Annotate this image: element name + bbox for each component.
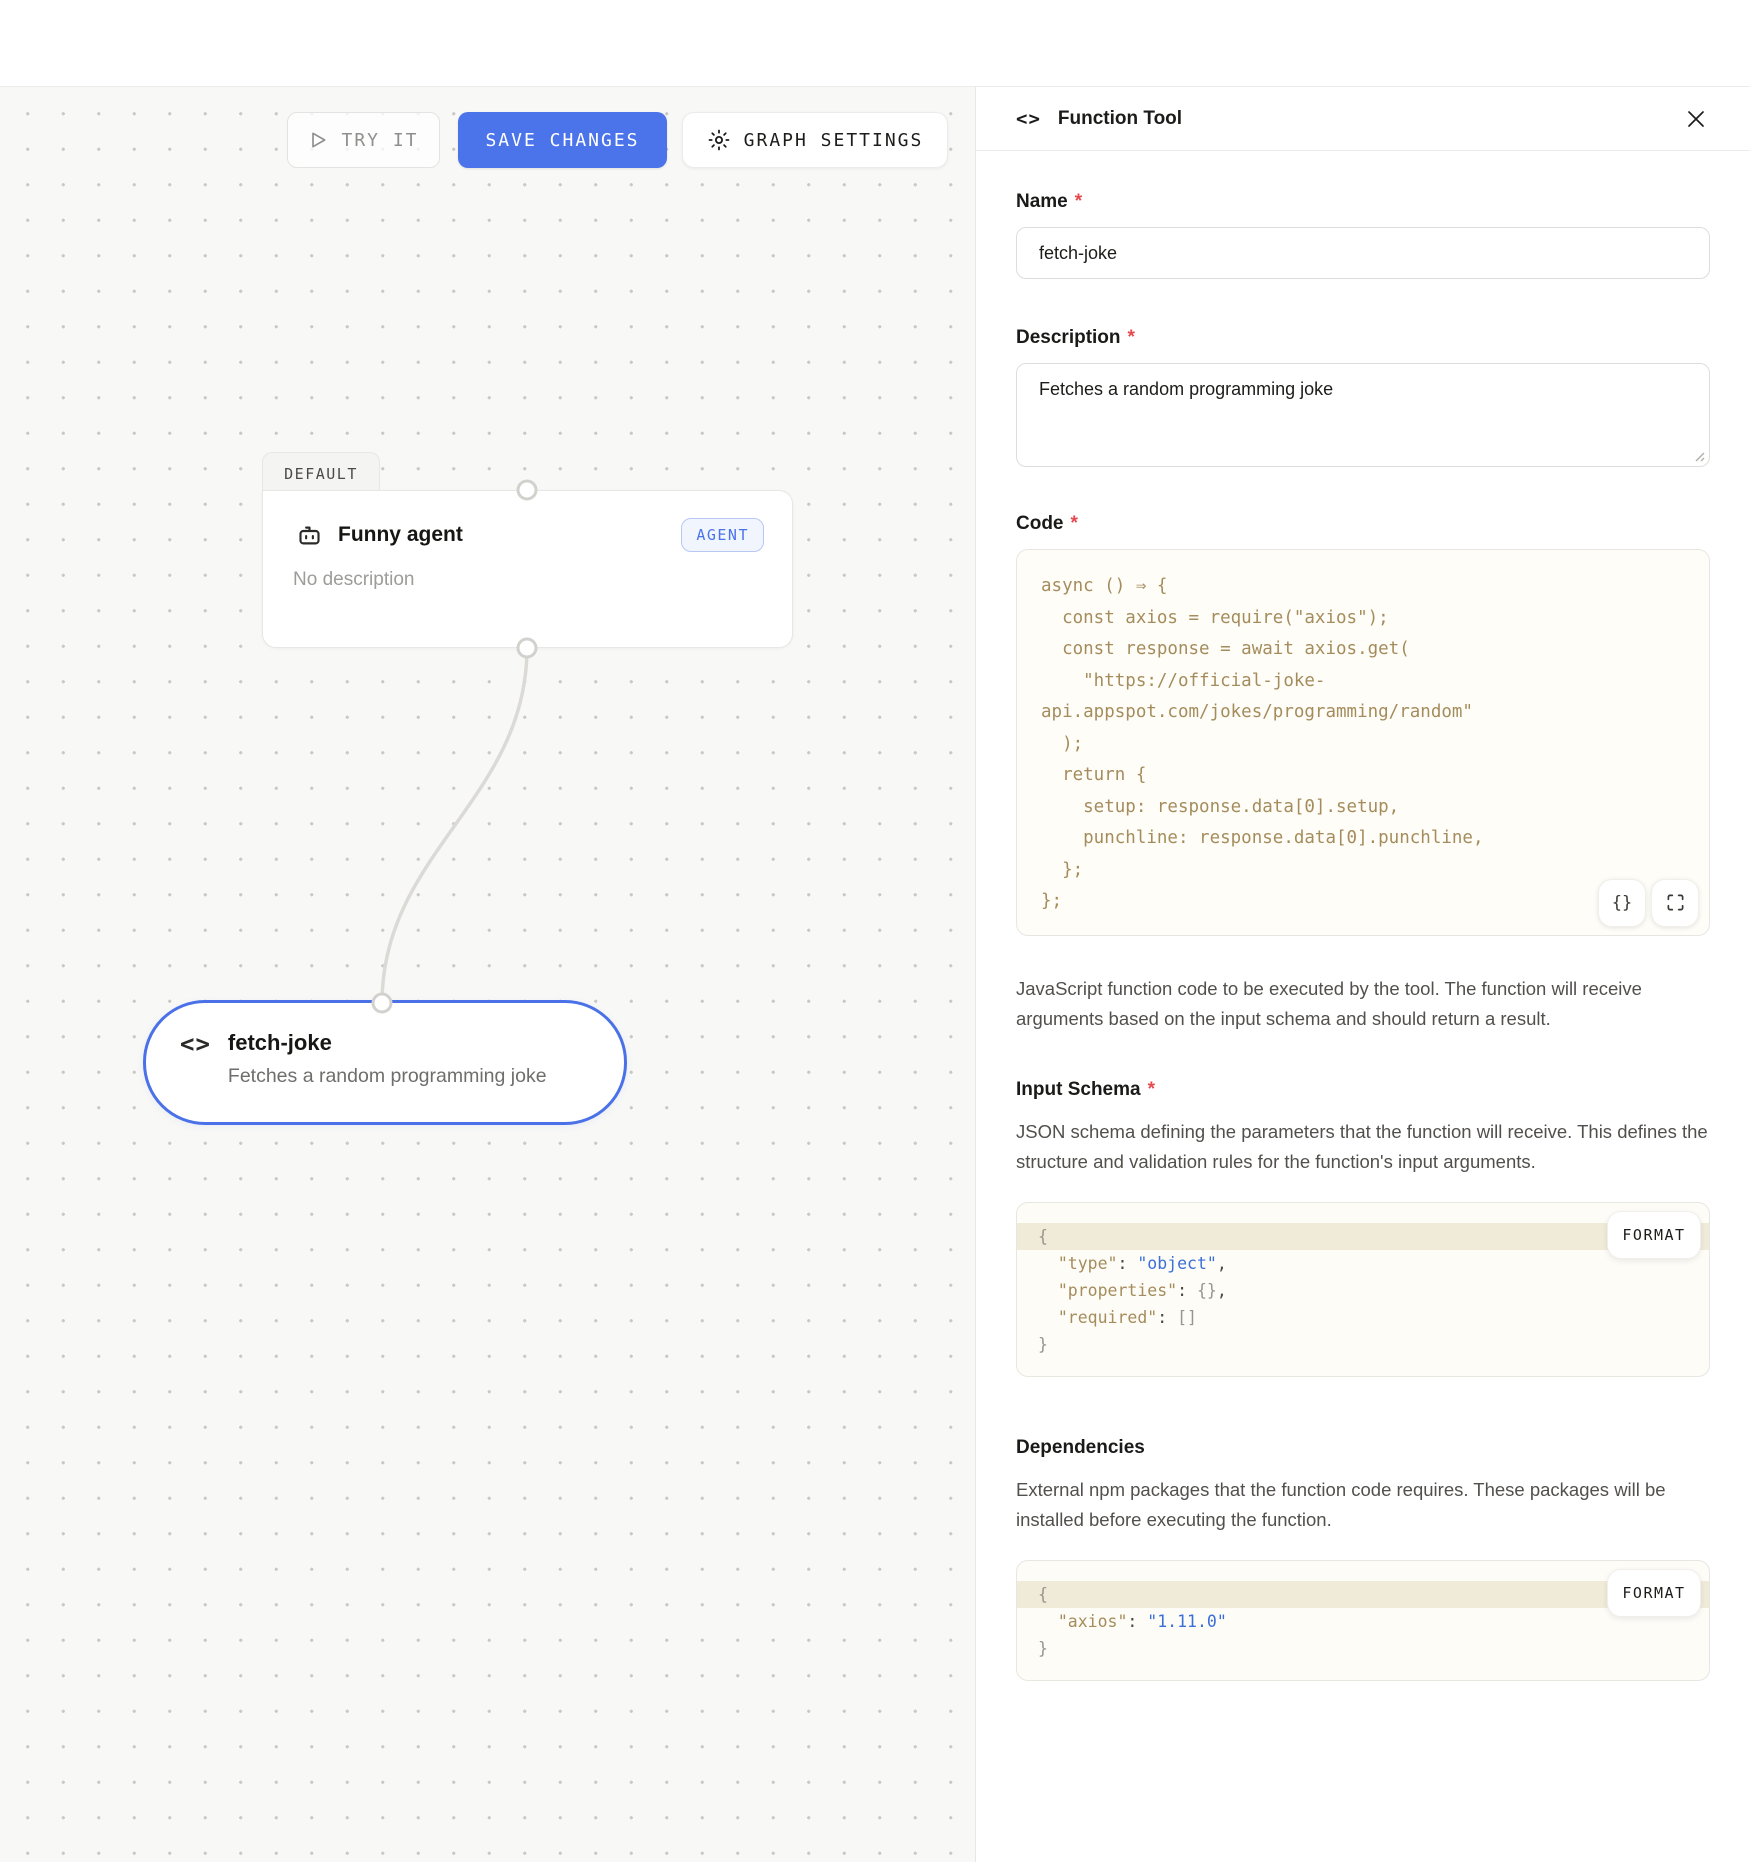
agent-type-badge: AGENT [681,518,764,552]
resize-handle-icon[interactable] [1691,448,1705,462]
dependencies-help-text: External npm packages that the function … [1016,1475,1710,1536]
dependencies-content[interactable]: { "axios": "1.11.0"} [1017,1581,1709,1662]
input-schema-editor[interactable]: FORMAT { "type": "object", "properties":… [1016,1202,1710,1377]
agent-node-title: Funny agent [338,523,463,547]
input-schema-help-text: JSON schema defining the parameters that… [1016,1117,1710,1178]
code-icon: <> [1016,108,1041,130]
top-bar [0,0,1750,87]
expand-icon[interactable] [1651,879,1699,927]
tool-node-fetch-joke[interactable]: <> fetch-joke Fetches a random programmi… [143,1000,627,1125]
input-schema-label: Input Schema * [1016,1079,1710,1101]
save-changes-label: SAVE CHANGES [485,130,639,151]
format-button[interactable]: FORMAT [1607,1569,1701,1617]
tool-node-top-handle[interactable] [372,993,393,1014]
agent-node-top-handle[interactable] [517,480,538,501]
code-help-text: JavaScript function code to be executed … [1016,974,1710,1035]
panel-header: <> Function Tool [976,87,1750,151]
gear-icon [707,128,731,152]
bot-icon [296,522,323,549]
code-label: Code * [1016,513,1710,535]
required-mark: * [1071,513,1078,535]
graph-canvas[interactable]: TRY IT SAVE CHANGES GRAPH SETTINGS DEFAU… [0,87,976,1862]
code-line: "required": [] [1017,1304,1709,1331]
format-button[interactable]: FORMAT [1607,1211,1701,1259]
code-line: } [1017,1331,1709,1358]
graph-settings-button[interactable]: GRAPH SETTINGS [682,112,948,168]
required-mark: * [1148,1079,1155,1101]
description-textarea[interactable]: Fetches a random programming joke [1016,363,1710,467]
code-line: "type": "object", [1017,1250,1709,1277]
description-field-wrap: Fetches a random programming joke [1016,363,1710,467]
required-mark: * [1075,191,1082,213]
braces-icon[interactable]: {} [1598,879,1646,927]
default-tab-label: DEFAULT [284,465,358,483]
edge-agent-to-tool[interactable] [0,87,976,1862]
code-line: { [1017,1223,1709,1250]
agent-node-default-tab[interactable]: DEFAULT [262,452,380,494]
dependencies-editor[interactable]: FORMAT { "axios": "1.11.0"} [1016,1560,1710,1681]
play-icon [308,130,328,150]
tool-node-description: Fetches a random programming joke [228,1065,547,1088]
code-line: "properties": {}, [1017,1277,1709,1304]
panel-title: Function Tool [1058,108,1182,130]
graph-settings-label: GRAPH SETTINGS [744,130,924,151]
name-label: Name * [1016,191,1710,213]
code-line: } [1017,1635,1709,1662]
code-line: "axios": "1.11.0" [1017,1608,1709,1635]
required-mark: * [1128,327,1135,349]
name-input[interactable] [1016,227,1710,279]
code-icon: <> [180,1030,211,1122]
tool-node-title: fetch-joke [228,1030,547,1056]
save-changes-button[interactable]: SAVE CHANGES [458,112,667,168]
code-editor-content[interactable]: async () ⇒ { const axios = require("axio… [1017,550,1709,935]
dependencies-label: Dependencies [1016,1437,1710,1459]
agent-node-bottom-handle[interactable] [517,638,538,659]
tool-node-content: fetch-joke Fetches a random programming … [228,1030,547,1122]
agent-node[interactable]: Funny agent AGENT No description [262,490,793,648]
try-it-button[interactable]: TRY IT [287,112,440,168]
code-editor[interactable]: async () ⇒ { const axios = require("axio… [1016,549,1710,936]
code-line: { [1017,1581,1709,1608]
close-icon[interactable] [1682,105,1710,133]
input-schema-content[interactable]: { "type": "object", "properties": {}, "r… [1017,1223,1709,1358]
agent-node-description: No description [293,569,792,591]
try-it-label: TRY IT [341,130,418,151]
description-label: Description * [1016,327,1710,349]
function-tool-panel: <> Function Tool Name * Description * Fe… [975,87,1750,1862]
